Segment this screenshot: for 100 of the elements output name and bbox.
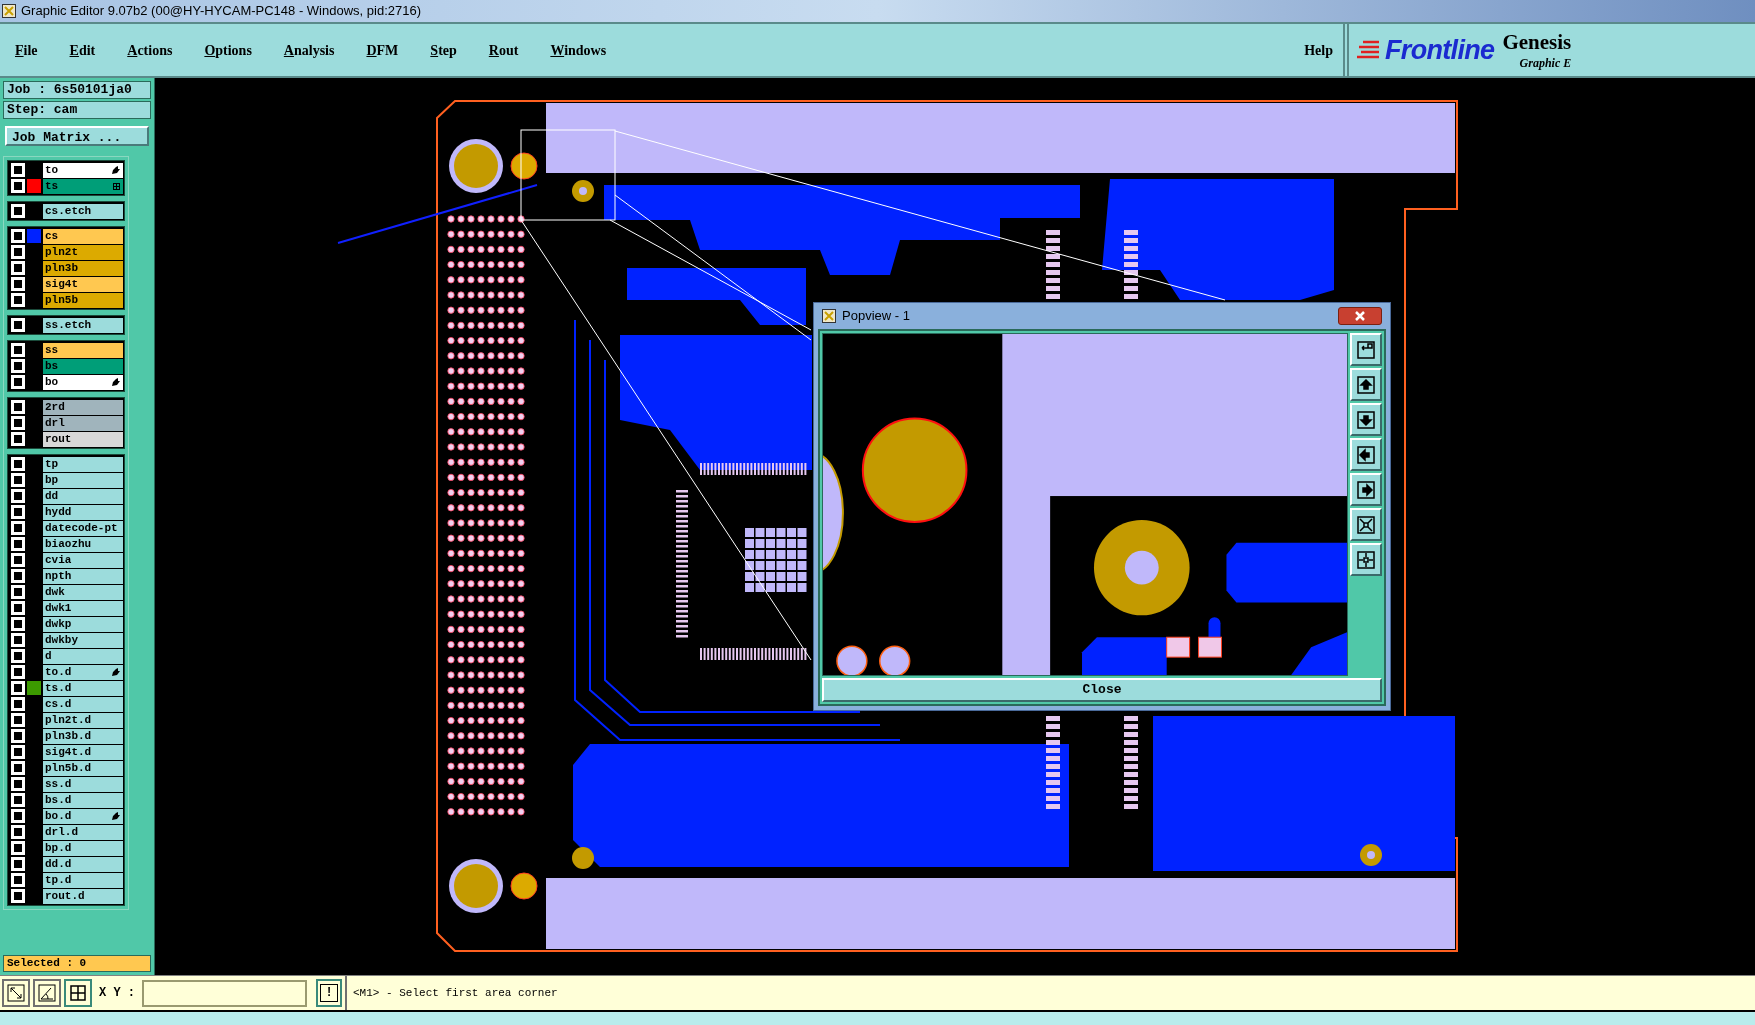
layer-checkbox[interactable] bbox=[11, 873, 25, 887]
layer-name[interactable]: bp.d bbox=[43, 840, 123, 856]
layer-name[interactable]: dd bbox=[43, 488, 123, 504]
layer-checkbox[interactable] bbox=[11, 473, 25, 487]
menu-item[interactable]: File bbox=[10, 39, 43, 61]
layer-checkbox[interactable] bbox=[11, 245, 25, 259]
layer-name[interactable]: ss bbox=[43, 342, 123, 358]
layer-name[interactable]: pln5b.d bbox=[43, 760, 123, 776]
layer-name[interactable]: datecode-pt bbox=[43, 520, 123, 536]
layer-name[interactable]: cvia bbox=[43, 552, 123, 568]
layer-checkbox[interactable] bbox=[11, 537, 25, 551]
layer-checkbox[interactable] bbox=[11, 569, 25, 583]
view-tool-button[interactable] bbox=[1350, 508, 1382, 541]
layer-name[interactable]: rout bbox=[43, 431, 123, 447]
layer-checkbox[interactable] bbox=[11, 665, 25, 679]
layer-name[interactable]: drl.d bbox=[43, 824, 123, 840]
layer-checkbox[interactable] bbox=[11, 633, 25, 647]
layer-checkbox[interactable] bbox=[11, 375, 25, 389]
close-button[interactable] bbox=[1338, 307, 1382, 325]
layer-checkbox[interactable] bbox=[11, 745, 25, 759]
layer-name[interactable]: bo bbox=[43, 374, 123, 390]
layer-name[interactable]: sig4t.d bbox=[43, 744, 123, 760]
layer-checkbox[interactable] bbox=[11, 601, 25, 615]
layer-checkbox[interactable] bbox=[11, 553, 25, 567]
layer-checkbox[interactable] bbox=[11, 521, 25, 535]
menu-item[interactable]: DFM bbox=[361, 39, 404, 61]
layer-checkbox[interactable] bbox=[11, 761, 25, 775]
job-matrix-button[interactable]: Job Matrix ... bbox=[5, 126, 149, 146]
area-select-button[interactable] bbox=[2, 979, 30, 1007]
layer-checkbox[interactable] bbox=[11, 713, 25, 727]
layer-name[interactable]: dwkby bbox=[43, 632, 123, 648]
layer-name[interactable]: pln2t.d bbox=[43, 712, 123, 728]
layer-checkbox[interactable] bbox=[11, 697, 25, 711]
layer-checkbox[interactable] bbox=[11, 163, 25, 177]
menu-item[interactable]: Rout bbox=[483, 39, 524, 61]
layer-name[interactable]: drl bbox=[43, 415, 123, 431]
popview-close-button[interactable]: Close bbox=[822, 678, 1382, 702]
layer-checkbox[interactable] bbox=[11, 204, 25, 218]
menu-item[interactable]: Edit bbox=[64, 39, 101, 61]
layer-checkbox[interactable] bbox=[11, 841, 25, 855]
view-tool-button[interactable] bbox=[1350, 473, 1382, 506]
layer-checkbox[interactable] bbox=[11, 489, 25, 503]
layer-checkbox[interactable] bbox=[11, 729, 25, 743]
layer-name[interactable]: pln3b.d bbox=[43, 728, 123, 744]
layer-checkbox[interactable] bbox=[11, 343, 25, 357]
layer-checkbox[interactable] bbox=[11, 585, 25, 599]
layer-name[interactable]: cs.etch bbox=[43, 203, 123, 219]
layer-name[interactable]: ts bbox=[43, 178, 123, 194]
layer-checkbox[interactable] bbox=[11, 793, 25, 807]
layer-checkbox[interactable] bbox=[11, 277, 25, 291]
layer-checkbox[interactable] bbox=[11, 505, 25, 519]
layer-name[interactable]: tp.d bbox=[43, 872, 123, 888]
view-tool-button[interactable] bbox=[1350, 543, 1382, 576]
menu-item[interactable]: Analysis bbox=[278, 39, 340, 61]
view-tool-button[interactable] bbox=[1350, 438, 1382, 471]
layer-name[interactable]: dd.d bbox=[43, 856, 123, 872]
menu-item[interactable]: Actions bbox=[122, 39, 178, 61]
layer-name[interactable]: dwk1 bbox=[43, 600, 123, 616]
layer-checkbox[interactable] bbox=[11, 359, 25, 373]
layer-name[interactable]: pln3b bbox=[43, 260, 123, 276]
layer-name[interactable]: ss.etch bbox=[43, 317, 123, 333]
layer-name[interactable]: biaozhu bbox=[43, 536, 123, 552]
layer-name[interactable]: to.d bbox=[43, 664, 123, 680]
layer-name[interactable]: cs bbox=[43, 228, 123, 244]
layer-checkbox[interactable] bbox=[11, 857, 25, 871]
layer-name[interactable]: tp bbox=[43, 456, 123, 472]
layer-checkbox[interactable] bbox=[11, 432, 25, 446]
layer-name[interactable]: bs bbox=[43, 358, 123, 374]
layer-checkbox[interactable] bbox=[11, 229, 25, 243]
layer-name[interactable]: cs.d bbox=[43, 696, 123, 712]
measure-button[interactable] bbox=[33, 979, 61, 1007]
grid-button[interactable] bbox=[64, 979, 92, 1007]
help-menu-item[interactable]: Help bbox=[1304, 39, 1333, 61]
layer-checkbox[interactable] bbox=[11, 809, 25, 823]
layer-checkbox[interactable] bbox=[11, 889, 25, 903]
menu-item[interactable]: Windows bbox=[545, 39, 612, 61]
layer-checkbox[interactable] bbox=[11, 777, 25, 791]
layer-name[interactable]: pln2t bbox=[43, 244, 123, 260]
layer-name[interactable]: hydd bbox=[43, 504, 123, 520]
layer-name[interactable]: to bbox=[43, 162, 123, 178]
layer-name[interactable]: bp bbox=[43, 472, 123, 488]
view-tool-button[interactable] bbox=[1350, 403, 1382, 436]
layer-checkbox[interactable] bbox=[11, 825, 25, 839]
view-tool-button[interactable] bbox=[1350, 333, 1382, 366]
layer-checkbox[interactable] bbox=[11, 617, 25, 631]
layer-name[interactable]: bo.d bbox=[43, 808, 123, 824]
view-tool-button[interactable] bbox=[1350, 368, 1382, 401]
layer-name[interactable]: sig4t bbox=[43, 276, 123, 292]
layer-name[interactable]: dwk bbox=[43, 584, 123, 600]
layer-checkbox[interactable] bbox=[11, 318, 25, 332]
layer-name[interactable]: dwkp bbox=[43, 616, 123, 632]
layer-name[interactable]: ts.d bbox=[43, 680, 123, 696]
layer-name[interactable]: bs.d bbox=[43, 792, 123, 808]
layer-name[interactable]: d bbox=[43, 648, 123, 664]
layer-name[interactable]: pln5b bbox=[43, 292, 123, 308]
layer-name[interactable]: ss.d bbox=[43, 776, 123, 792]
layer-checkbox[interactable] bbox=[11, 400, 25, 414]
layer-name[interactable]: rout.d bbox=[43, 888, 123, 904]
layer-checkbox[interactable] bbox=[11, 293, 25, 307]
menu-item[interactable]: Step bbox=[425, 39, 462, 61]
